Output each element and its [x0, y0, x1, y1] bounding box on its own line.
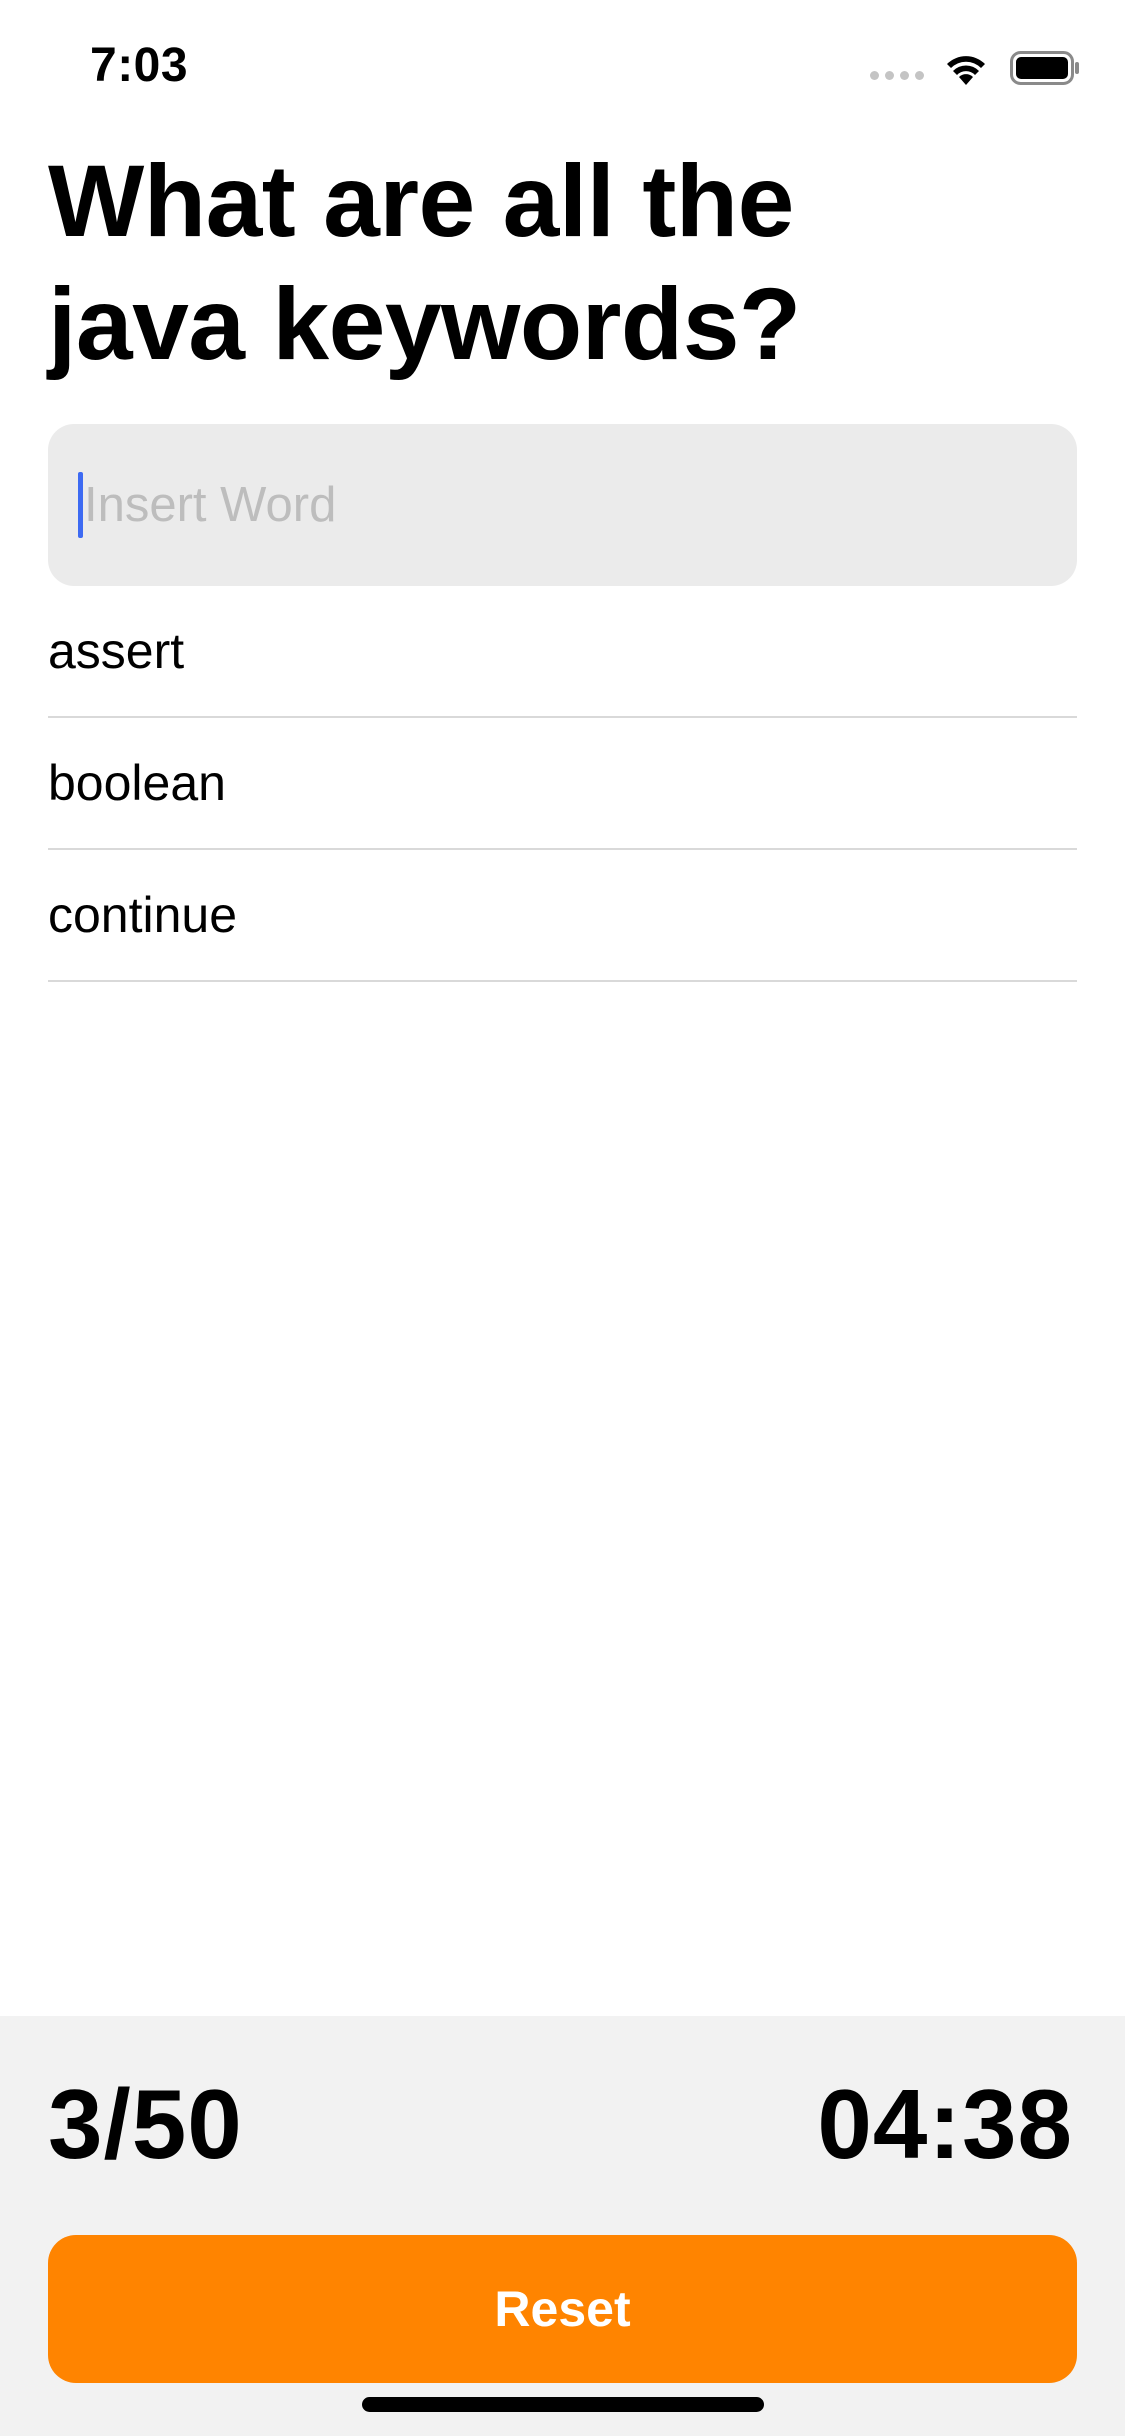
home-indicator[interactable] [362, 2397, 764, 2412]
cellular-signal-icon [870, 70, 924, 80]
status-icons [870, 48, 1080, 88]
list-item: boolean [48, 718, 1077, 850]
battery-icon [1010, 51, 1079, 85]
countdown-timer: 04:38 [817, 2069, 1073, 2179]
score-counter: 3/50 [48, 2069, 243, 2179]
status-time: 7:03 [90, 39, 189, 92]
answered-words-list: assert boolean continue [48, 586, 1077, 982]
quiz-title-line-1: What are all the [48, 144, 794, 258]
word-input-field[interactable] [48, 424, 1077, 586]
list-item: continue [48, 850, 1077, 982]
status-bar: 7:03 [0, 0, 1125, 132]
wifi-icon [947, 56, 985, 85]
quiz-title-line-2: java keywords? [48, 267, 801, 381]
reset-button[interactable]: Reset [48, 2235, 1077, 2383]
list-item: assert [48, 586, 1077, 718]
text-caret [78, 472, 83, 538]
word-input[interactable] [78, 424, 1044, 586]
quiz-title: What are all the java keywords? [48, 140, 1048, 386]
